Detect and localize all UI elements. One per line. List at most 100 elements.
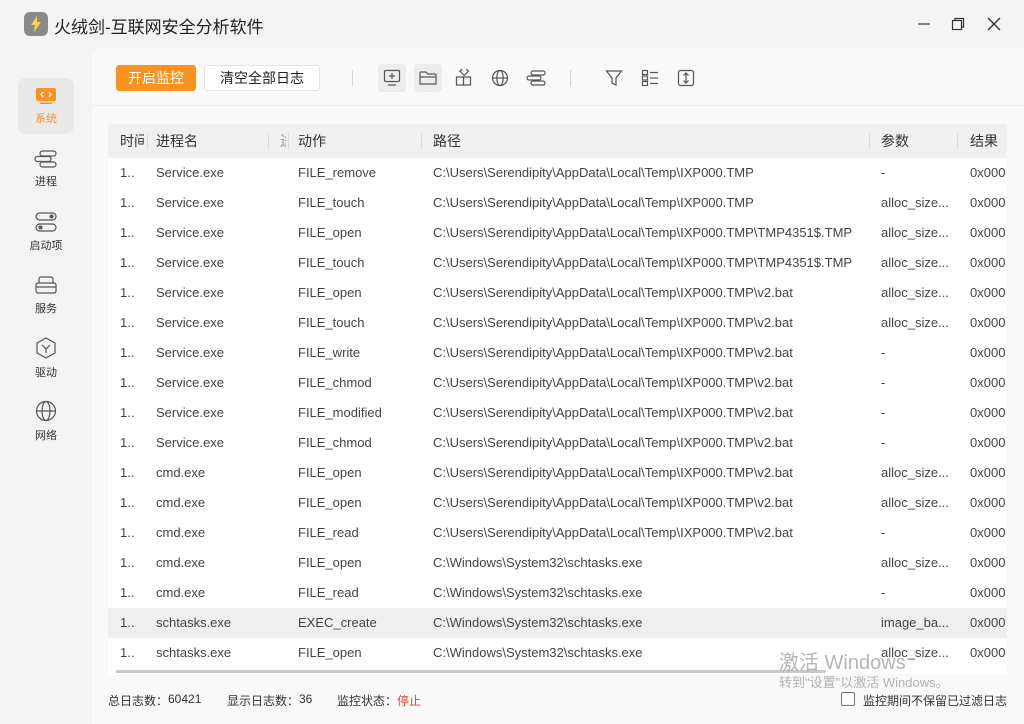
table-row[interactable]: 1.. Service.exe FILE_touch C:\Users\Serendi… (108, 188, 1007, 218)
column-divider[interactable] (268, 133, 269, 149)
table-row[interactable]: 1.. Service.exe FILE_chmod C:\Users\Serendi… (108, 428, 1007, 458)
table-row[interactable]: 1.. schtasks.exe EXEC_create C:\Windows\Sys… (108, 608, 1007, 638)
maximize-button[interactable] (944, 10, 972, 38)
cell-param: alloc_size... (881, 225, 949, 240)
driver-icon (36, 336, 56, 359)
sidebar-item-system[interactable]: 系统 (18, 78, 74, 134)
shown-logs-value: 36 (299, 692, 313, 706)
process-icon (526, 70, 546, 86)
column-header-pid[interactable]: 进 (280, 124, 286, 158)
expand-button[interactable] (672, 64, 700, 92)
minimize-button[interactable] (910, 10, 938, 38)
column-header-time[interactable]: 时间 (120, 124, 144, 158)
cell-action: FILE_open (298, 225, 362, 240)
main-panel: 开启监控 清空全部日志 时间 进程名 动作 路径 参数 结果 1.. Servi… (92, 48, 1024, 724)
cell-process: Service.exe (156, 285, 224, 300)
sidebar-item-label: 服务 (35, 302, 57, 315)
registry-icon (455, 69, 472, 86)
column-header-path[interactable]: 路径 (433, 124, 853, 158)
table-row[interactable]: 1.. Service.exe FILE_write C:\Users\Serendi… (108, 338, 1007, 368)
cell-process: cmd.exe (156, 555, 206, 570)
start-monitor-button[interactable]: 开启监控 (116, 65, 196, 91)
column-header-param[interactable]: 参数 (881, 124, 951, 158)
filter-process-button[interactable] (522, 64, 550, 92)
minimize-icon (918, 23, 930, 25)
filter-monitor-button[interactable] (378, 64, 406, 92)
cell-time: 1.. (120, 195, 135, 210)
sidebar-item-startup[interactable]: 启动项 (18, 204, 74, 260)
table-row[interactable]: 1.. Service.exe FILE_touch C:\Users\Serendi… (108, 308, 1007, 338)
column-divider[interactable] (147, 133, 148, 149)
cell-result: 0x000 (970, 465, 1006, 480)
discard-filtered-checkbox[interactable] (841, 692, 855, 706)
cell-path: C:\Users\Serendipity\AppData\Local\Temp\… (433, 405, 793, 420)
table-row[interactable]: 1.. Service.exe FILE_chmod C:\Users\Serendi… (108, 368, 1007, 398)
cell-param: alloc_size... (881, 285, 949, 300)
table-row[interactable]: 1.. cmd.exe FILE_read C:\Windows\System32\s… (108, 578, 1007, 608)
cell-action: FILE_read (298, 585, 359, 600)
column-divider[interactable] (957, 133, 958, 149)
cell-process: cmd.exe (156, 495, 206, 510)
discard-filtered-label: 监控期间不保留已过滤日志 (863, 694, 1008, 708)
cell-result: 0x000 (970, 405, 1006, 420)
cell-time: 1.. (120, 315, 135, 330)
table-row[interactable]: 1.. cmd.exe FILE_open C:\Windows\System32\s… (108, 548, 1007, 578)
cell-result: 0x000 (970, 495, 1006, 510)
cell-result: 0x000 (970, 435, 1006, 450)
cell-path: C:\Users\Serendipity\AppData\Local\Temp\… (433, 165, 754, 180)
column-divider[interactable] (421, 133, 422, 149)
sidebar: 系统 进程 启动项 服务 驱动 网络 (0, 48, 92, 724)
clear-logs-button[interactable]: 清空全部日志 (204, 65, 320, 91)
cell-action: FILE_open (298, 495, 362, 510)
sidebar-item-process[interactable]: 进程 (18, 141, 74, 197)
column-divider[interactable] (869, 133, 870, 149)
cell-param: - (881, 405, 886, 420)
table-row[interactable]: 1.. Service.exe FILE_open C:\Users\Serendip… (108, 218, 1007, 248)
table-row[interactable]: 1.. cmd.exe FILE_read C:\Users\Serendipity\… (108, 518, 1007, 548)
horizontal-scrollbar[interactable] (116, 670, 826, 673)
sidebar-item-label: 进程 (35, 175, 57, 188)
table-row[interactable]: 1.. Service.exe FILE_open C:\Users\Serendip… (108, 278, 1007, 308)
cell-action: FILE_touch (298, 255, 365, 270)
cell-path: C:\Users\Serendipity\AppData\Local\Temp\… (433, 375, 793, 390)
close-button[interactable] (980, 10, 1008, 38)
columns-button[interactable] (636, 64, 664, 92)
table-row[interactable]: 1.. Service.exe FILE_modified C:\Users\Sere… (108, 398, 1007, 428)
column-header-process[interactable]: 进程名 (156, 124, 266, 158)
table-row[interactable]: 1.. Service.exe FILE_remove C:\Users\Serend… (108, 158, 1007, 188)
sidebar-item-network[interactable]: 网络 (18, 393, 74, 449)
column-header-result[interactable]: 结果 (970, 124, 1007, 158)
cell-result: 0x000 (970, 375, 1006, 390)
close-icon (987, 17, 1001, 31)
cell-action: FILE_touch (298, 195, 365, 210)
cell-action: FILE_open (298, 645, 362, 660)
table-row[interactable]: 1.. Service.exe FILE_touch C:\Users\Serendi… (108, 248, 1007, 278)
table-row[interactable]: 1.. cmd.exe FILE_open C:\Users\Serendipity\… (108, 488, 1007, 518)
filter-network-button[interactable] (486, 64, 514, 92)
cell-process: Service.exe (156, 435, 224, 450)
cell-result: 0x000 (970, 195, 1006, 210)
cell-path: C:\Users\Serendipity\AppData\Local\Temp\… (433, 195, 754, 210)
activation-watermark-title: 激活 Windows (779, 652, 906, 674)
cell-process: Service.exe (156, 375, 224, 390)
cell-param: alloc_size... (881, 555, 949, 570)
activation-watermark-text: 转到"设置"以激活 Windows。 (779, 675, 949, 690)
cell-path: C:\Users\Serendipity\AppData\Local\Temp\… (433, 315, 793, 330)
cell-result: 0x000 (970, 525, 1006, 540)
sidebar-item-service[interactable]: 服务 (18, 267, 74, 323)
filter-file-button[interactable] (414, 64, 442, 92)
process-icon (34, 149, 57, 168)
sidebar-item-driver[interactable]: 驱动 (18, 330, 74, 386)
cell-time: 1.. (120, 405, 135, 420)
cell-time: 1.. (120, 645, 135, 660)
monitor-status-label: 监控状态： (337, 694, 398, 708)
column-header-action[interactable]: 动作 (298, 124, 418, 158)
service-icon (35, 275, 57, 294)
filter-button[interactable] (600, 64, 628, 92)
column-divider[interactable] (288, 133, 289, 149)
cell-result: 0x000 (970, 585, 1006, 600)
cell-path: C:\Users\Serendipity\AppData\Local\Temp\… (433, 255, 853, 270)
filter-registry-button[interactable] (450, 64, 478, 92)
cell-time: 1.. (120, 225, 135, 240)
table-row[interactable]: 1.. cmd.exe FILE_open C:\Users\Serendipity\… (108, 458, 1007, 488)
